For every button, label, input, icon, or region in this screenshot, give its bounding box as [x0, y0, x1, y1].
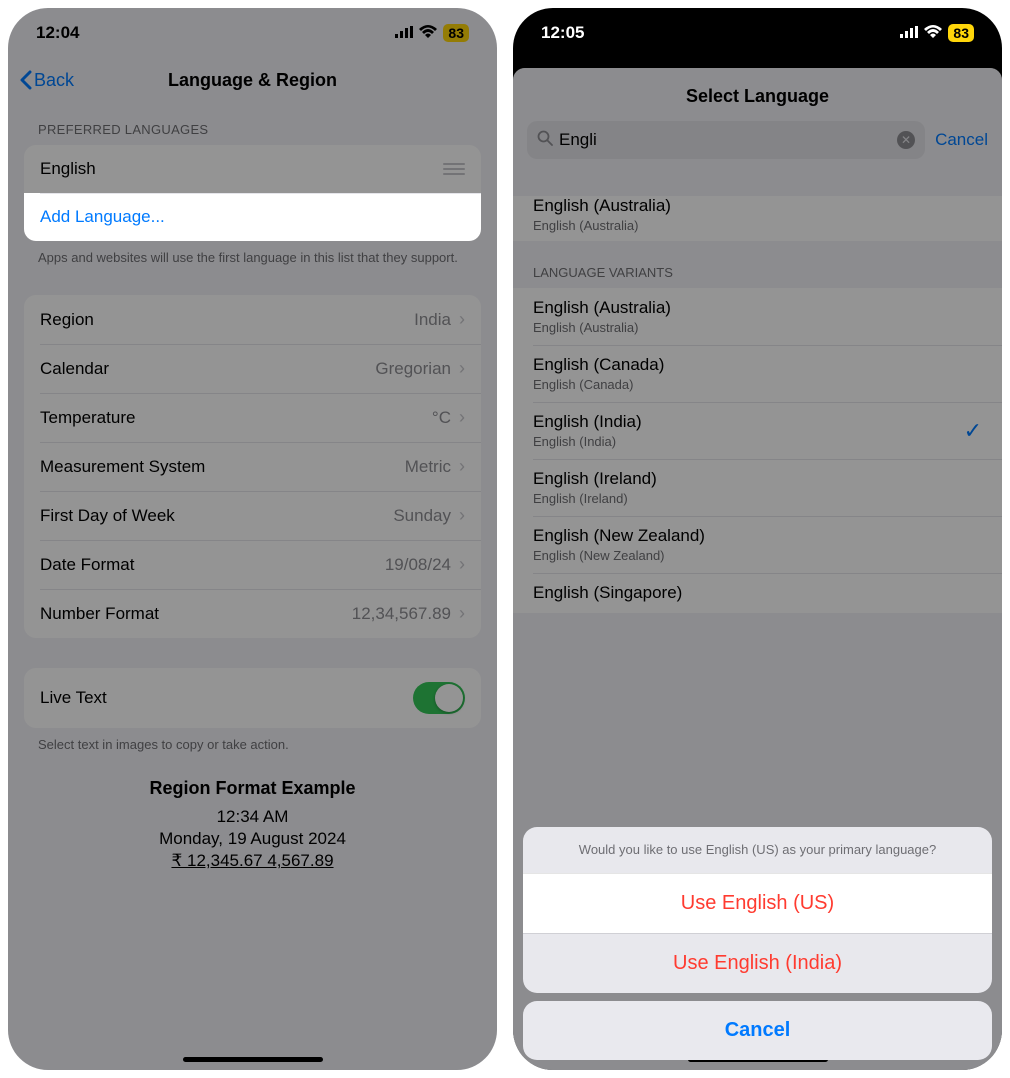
- chevron-right-icon: ›: [459, 554, 465, 575]
- home-indicator[interactable]: [183, 1057, 323, 1062]
- status-bar: 12:05 83: [513, 8, 1002, 58]
- wifi-icon: [924, 23, 942, 43]
- language-region-screen: 12:04 83 Back Language & Region PREFERRE…: [8, 8, 497, 1070]
- language-english-row[interactable]: English: [24, 145, 481, 193]
- action-sheet-message: Would you like to use English (US) as yo…: [523, 827, 992, 873]
- battery-badge: 83: [948, 24, 974, 42]
- list-item[interactable]: English (Australia) English (Australia): [513, 196, 1002, 241]
- measurement-row[interactable]: Measurement System Metric›: [24, 442, 481, 491]
- chevron-right-icon: ›: [459, 456, 465, 477]
- search-input[interactable]: Engli ✕: [527, 121, 925, 159]
- live-text-footer: Select text in images to copy or take ac…: [8, 728, 497, 762]
- number-format-row[interactable]: Number Format 12,34,567.89›: [24, 589, 481, 638]
- chevron-right-icon: ›: [459, 407, 465, 428]
- cellular-icon: [395, 23, 413, 43]
- cellular-icon: [900, 23, 918, 43]
- temperature-row[interactable]: Temperature °C›: [24, 393, 481, 442]
- chevron-right-icon: ›: [459, 358, 465, 379]
- clear-search-icon[interactable]: ✕: [897, 131, 915, 149]
- list-item[interactable]: English (New Zealand)English (New Zealan…: [513, 516, 1002, 573]
- live-text-row: Live Text: [24, 668, 481, 728]
- back-button[interactable]: Back: [20, 70, 74, 91]
- sheet-title: Select Language: [513, 68, 1002, 121]
- search-icon: [537, 130, 553, 151]
- chevron-right-icon: ›: [459, 505, 465, 526]
- calendar-row[interactable]: Calendar Gregorian›: [24, 344, 481, 393]
- status-bar: 12:04 83: [8, 8, 497, 58]
- select-language-sheet: Select Language Engli ✕ Cancel Englis: [513, 68, 1002, 1070]
- use-english-us-button[interactable]: Use English (US): [523, 873, 992, 933]
- status-time: 12:04: [36, 23, 79, 43]
- add-language-row[interactable]: Add Language...: [24, 193, 481, 241]
- use-english-india-button[interactable]: Use English (India): [523, 933, 992, 993]
- page-title: Language & Region: [168, 70, 337, 91]
- region-format-example: Region Format Example 12:34 AM Monday, 1…: [8, 762, 497, 889]
- live-text-toggle[interactable]: [413, 682, 465, 714]
- checkmark-icon: ✓: [964, 418, 982, 444]
- chevron-right-icon: ›: [459, 309, 465, 330]
- action-sheet-cancel-button[interactable]: Cancel: [523, 1001, 992, 1060]
- reorder-icon[interactable]: [443, 163, 465, 175]
- nav-bar: Back Language & Region: [8, 58, 497, 102]
- select-language-screen: 12:05 83 Select Language: [513, 8, 1002, 1070]
- list-item[interactable]: English (Canada)English (Canada): [513, 345, 1002, 402]
- region-row[interactable]: Region India›: [24, 295, 481, 344]
- list-item[interactable]: English (Ireland)English (Ireland): [513, 459, 1002, 516]
- first-day-row[interactable]: First Day of Week Sunday›: [24, 491, 481, 540]
- search-cancel-button[interactable]: Cancel: [935, 130, 988, 150]
- list-item[interactable]: English (India)English (India)✓: [513, 402, 1002, 459]
- action-sheet: Would you like to use English (US) as yo…: [523, 827, 992, 1060]
- preferred-languages-header: PREFERRED LANGUAGES: [8, 102, 497, 145]
- preferred-footer: Apps and websites will use the first lan…: [8, 241, 497, 275]
- list-item[interactable]: English (Singapore): [513, 573, 1002, 613]
- date-format-row[interactable]: Date Format 19/08/24›: [24, 540, 481, 589]
- battery-badge: 83: [443, 24, 469, 42]
- status-time: 12:05: [541, 23, 584, 43]
- chevron-right-icon: ›: [459, 603, 465, 624]
- list-item[interactable]: English (Australia)English (Australia): [513, 288, 1002, 345]
- wifi-icon: [419, 23, 437, 43]
- language-variants-header: LANGUAGE VARIANTS: [513, 241, 1002, 288]
